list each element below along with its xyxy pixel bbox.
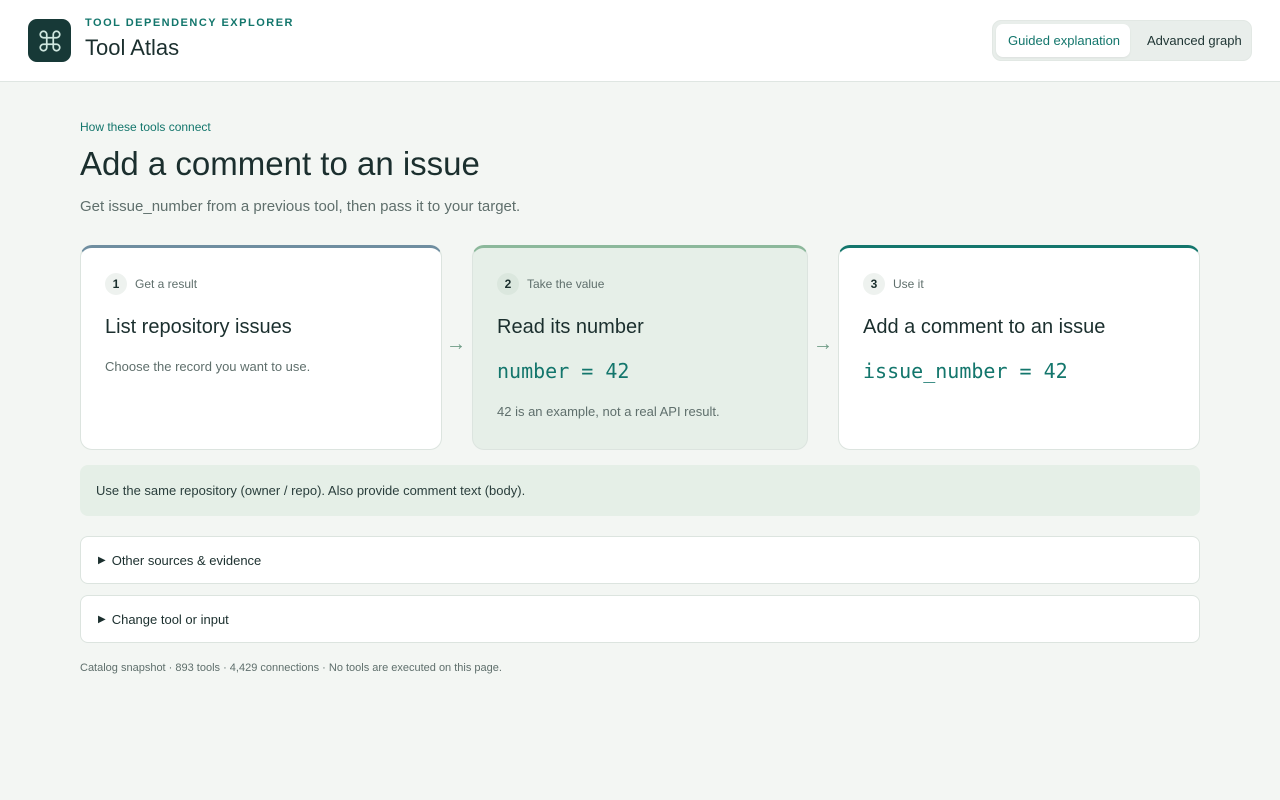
view-toggle: Guided explanation Advanced graph [992,20,1252,61]
step-label: Take the value [527,277,605,291]
disclosure-label: Other sources & evidence [111,552,262,568]
step-label: Use it [893,277,924,291]
page-title: Add a comment to an issue [80,145,480,182]
triangle-right-icon: ▶ [98,613,106,625]
other-sources-disclosure[interactable]: ▶ Other sources & evidence [80,536,1200,584]
app-eyebrow: TOOL DEPENDENCY EXPLORER [85,17,294,29]
info-hint: Use the same repository (owner / repo). … [80,465,1200,516]
page-subtitle: Get issue_number from a previous tool, t… [80,198,521,215]
step-code: number = 42 [497,359,630,383]
command-icon [38,29,61,52]
step-note: 42 is an example, not a real API result. [497,404,720,419]
step-code: issue_number = 42 [863,359,1068,383]
advanced-graph-tab[interactable]: Advanced graph [1135,24,1254,57]
app-title: Tool Atlas [85,35,180,60]
guided-explanation-tab[interactable]: Guided explanation [996,24,1130,57]
step-label: Get a result [135,277,198,291]
step-card-2: 2 Take the value Read its number number … [472,245,808,450]
step-title: Add a comment to an issue [863,316,1106,338]
disclosure-label: Change tool or input [111,611,229,627]
app-logo [28,19,71,62]
step-number-badge: 3 [863,273,885,295]
step-title: List repository issues [105,316,292,338]
step-card-3: 3 Use it Add a comment to an issue issue… [838,245,1200,450]
section-kicker: How these tools connect [80,120,211,134]
step-number-badge: 2 [497,273,519,295]
catalog-footer: Catalog snapshot · 893 tools · 4,429 con… [80,662,502,674]
step-card-1: 1 Get a result List repository issues Ch… [80,245,442,450]
arrow-right-icon: → [446,333,466,355]
change-tool-disclosure[interactable]: ▶ Change tool or input [80,595,1200,643]
step-title: Read its number [497,316,644,338]
app-header: TOOL DEPENDENCY EXPLORER Tool Atlas Guid… [0,0,1280,82]
triangle-right-icon: ▶ [98,554,106,566]
arrow-right-icon: → [813,333,833,355]
step-description: Choose the record you want to use. [105,359,311,374]
step-number-badge: 1 [105,273,127,295]
